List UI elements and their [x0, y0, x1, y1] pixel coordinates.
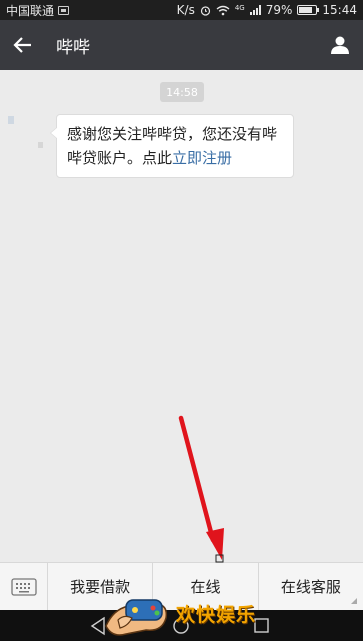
- signal-icon: [249, 5, 261, 15]
- nav-recents-icon[interactable]: [254, 618, 269, 633]
- carrier-label: 中国联通: [6, 3, 55, 18]
- submenu-indicator-icon: [350, 598, 357, 604]
- watermark-text: 欢快娱乐: [176, 604, 257, 626]
- message-timestamp: 14:58: [160, 82, 204, 102]
- profile-button[interactable]: [317, 20, 363, 70]
- back-button[interactable]: [0, 20, 46, 70]
- gamepad-hand-icon: [105, 599, 168, 636]
- chat-area[interactable]: 14:58 感谢您关注哔哔贷，您还没有哔哔贷账户。点此立即注册: [0, 70, 363, 562]
- network-speed: K/s: [176, 3, 195, 17]
- chat-title: 哔哔: [56, 37, 90, 58]
- battery-percent: 79%: [265, 3, 293, 17]
- status-bar: 中国联通 K/s 4G 79% 15:44: [0, 0, 363, 20]
- keyboard-toggle-button[interactable]: [0, 563, 48, 610]
- title-bar: 哔哔: [0, 20, 363, 70]
- clock: 15:44: [322, 3, 357, 17]
- battery-icon: [297, 5, 320, 15]
- alarm-icon: [200, 5, 210, 16]
- arrow-left-icon: [13, 37, 31, 53]
- message-bubble[interactable]: 感谢您关注哔哔贷，您还没有哔哔贷账户。点此立即注册: [50, 114, 294, 178]
- watermark-logo: 欢快娱乐: [100, 586, 256, 641]
- register-link[interactable]: 立即注册: [172, 149, 232, 167]
- person-icon: [331, 36, 349, 54]
- sender-avatar[interactable]: [6, 114, 46, 154]
- menu-item-online-service[interactable]: 在线客服: [259, 563, 363, 610]
- keyboard-icon: [10, 577, 37, 596]
- network-type: 4G: [234, 4, 245, 12]
- gallery-notification-icon: [58, 5, 70, 15]
- menu-item-label: 在线客服: [280, 578, 341, 596]
- wifi-icon: [216, 5, 230, 15]
